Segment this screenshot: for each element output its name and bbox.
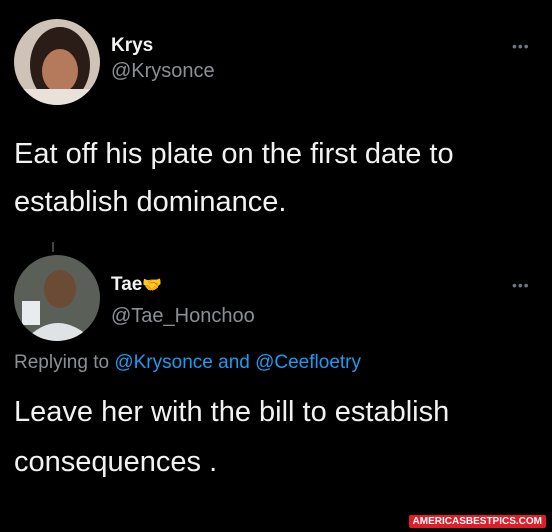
thread-line [52,242,54,252]
display-name-tae-text: Tae [111,274,143,295]
avatar-tae[interactable] [14,255,100,341]
handle-tae[interactable]: @Tae_Honchoo [111,305,255,328]
tweet-text-krys: Eat off his plate on the first date to e… [14,138,454,218]
mention-and: and [218,352,250,373]
tweet-text-tae-line1: Leave her with the bill to establish [14,396,450,428]
mention-ceefloetry[interactable]: @Ceefloetry [255,352,361,373]
replying-prefix: Replying to [14,352,110,373]
display-name-krys[interactable]: Krys [111,35,153,57]
display-name-tae[interactable]: Tae🤝 [111,274,162,296]
more-options-icon[interactable]: ••• [512,277,530,293]
mention-krysonce[interactable]: @Krysonce [114,352,213,373]
handle-krys[interactable]: @Krysonce [111,60,215,83]
tweet-text-tae-line2: consequences . [14,446,218,478]
watermark: AMERICASBESTPICS.COM [408,515,546,528]
handshake-icon: 🤝 [142,277,163,294]
more-options-icon[interactable]: ••• [512,38,530,54]
avatar-tae-image [14,255,100,341]
avatar-krys[interactable] [14,19,100,105]
avatar-krys-image [14,19,100,105]
replying-to: Replying to @Krysonce and @Ceefloetry [14,352,361,374]
